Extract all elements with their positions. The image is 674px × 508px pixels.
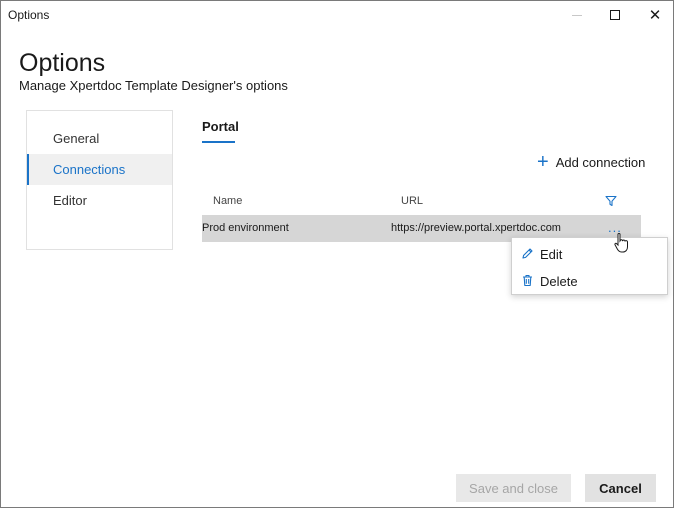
trash-icon [523,274,532,287]
options-window: Options ✕ Options Manage Xpertdoc Templa… [0,0,674,508]
menu-item-label: Edit [540,247,563,262]
tab-indicator [202,141,235,143]
close-icon: ✕ [648,7,662,24]
nav-item-label: Editor [53,193,87,208]
nav-item-general[interactable]: General [27,123,172,154]
add-connection-label: Add connection [555,154,646,170]
pencil-icon [522,248,533,259]
nav-item-editor[interactable]: Editor [27,185,172,216]
page-subtitle: Manage Xpertdoc Template Designer's opti… [19,78,288,93]
hand-cursor-icon [614,232,628,253]
cancel-button[interactable]: Cancel [585,474,656,502]
filter-icon[interactable] [605,195,617,207]
save-and-close-button[interactable]: Save and close [456,474,571,502]
maximize-button[interactable] [595,1,635,29]
minimize-icon [572,14,582,16]
page-title: Options [19,49,106,77]
connection-name: Prod environment [202,222,289,234]
menu-item-edit[interactable]: Edit [512,241,667,267]
column-header-url[interactable]: URL [401,195,423,207]
window-title: Options [8,8,50,22]
title-bar[interactable]: Options ✕ [1,1,673,29]
column-header-name[interactable]: Name [213,195,242,207]
plus-icon: + [537,151,549,173]
minimize-button[interactable] [557,1,597,29]
options-nav: General Connections Editor [26,110,173,250]
nav-item-connections[interactable]: Connections [27,154,172,185]
maximize-icon [610,10,620,20]
close-button[interactable]: ✕ [635,1,674,29]
connection-url: https://preview.portal.xpertdoc.com [391,222,561,234]
add-connection-button[interactable]: + Add connection [537,152,645,172]
menu-item-delete[interactable]: Delete [512,268,667,294]
menu-item-label: Delete [540,274,578,289]
nav-item-label: Connections [53,162,126,177]
row-context-menu: Edit Delete [511,237,668,295]
tab-portal[interactable]: Portal [202,119,239,134]
nav-item-label: General [53,131,100,146]
